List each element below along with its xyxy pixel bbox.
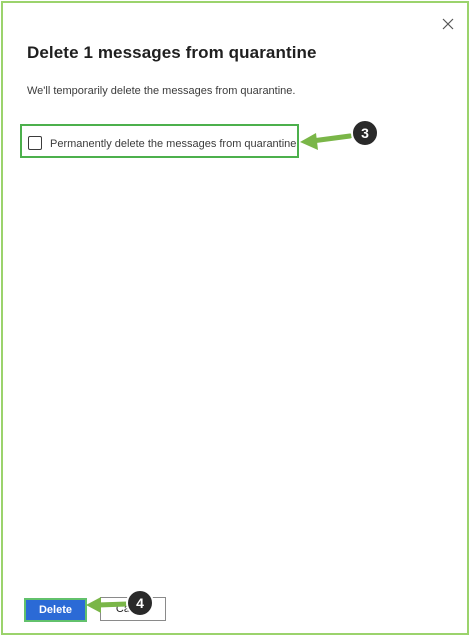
permanent-delete-checkbox[interactable] [28, 136, 42, 150]
cancel-button[interactable]: Cancel [100, 597, 166, 621]
delete-button[interactable]: Delete [24, 598, 87, 622]
dialog-description: We'll temporarily delete the messages fr… [27, 85, 296, 97]
delete-dialog-panel: Delete 1 messages from quarantine We'll … [3, 3, 467, 633]
dialog-title: Delete 1 messages from quarantine [27, 43, 317, 62]
dialog-frame: Delete 1 messages from quarantine We'll … [1, 1, 469, 635]
close-icon[interactable] [440, 16, 456, 32]
permanent-delete-label[interactable]: Permanently delete the messages from qua… [50, 138, 296, 150]
